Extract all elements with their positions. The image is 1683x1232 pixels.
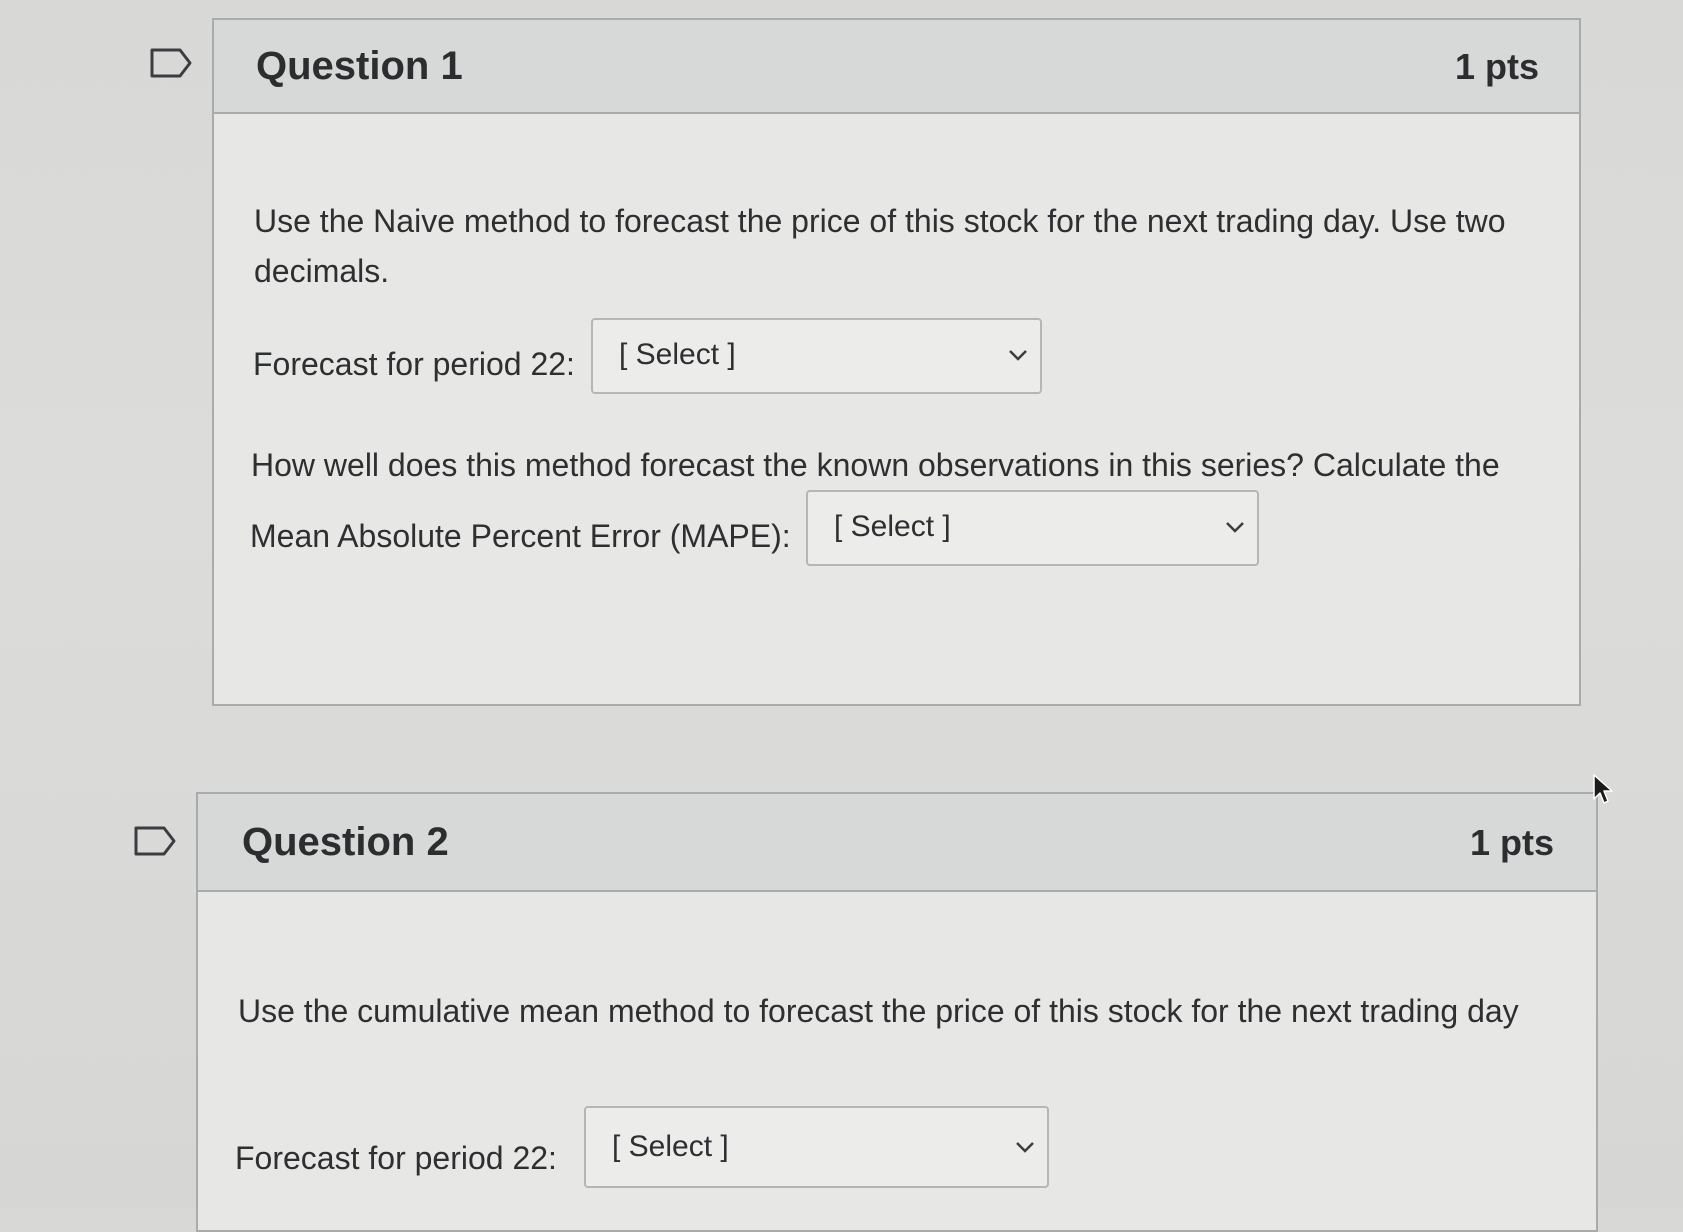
forecast-period-22-label: Forecast for period 22: (253, 346, 575, 382)
question-1-points: 1 pts (1454, 46, 1539, 87)
question-1-prompt: Use the Naive method to forecast the pri… (254, 203, 1506, 289)
chevron-down-icon (1015, 1140, 1035, 1158)
chevron-down-icon (1225, 520, 1245, 538)
question-1-prompt-2: How well does this method forecast the k… (251, 447, 1500, 483)
forecast-period-22-select[interactable]: [ Select ] (591, 318, 1042, 394)
question-1-title: Question 1 (256, 44, 463, 88)
question-1-header: Question 1 1 pts (214, 20, 1579, 114)
question-2-card: Question 2 1 pts Use the cumulative mean… (196, 792, 1598, 1232)
forecast-period-22-select[interactable]: [ Select ] (584, 1106, 1049, 1188)
select-value: [ Select ] (834, 510, 951, 543)
select-value: [ Select ] (619, 338, 736, 371)
question-2-title: Question 2 (242, 820, 449, 864)
question-1-card: Question 1 1 pts Use the Naive method to… (212, 18, 1581, 706)
mouse-pointer-icon (1592, 773, 1616, 812)
select-value: [ Select ] (612, 1130, 729, 1163)
flag-question-icon[interactable] (134, 826, 176, 856)
question-2-header: Question 2 1 pts (198, 794, 1596, 892)
mape-label: Mean Absolute Percent Error (MAPE): (250, 518, 791, 554)
question-2-points: 1 pts (1469, 822, 1554, 863)
question-2-prompt: Use the cumulative mean method to foreca… (238, 993, 1519, 1029)
chevron-down-icon (1008, 348, 1028, 366)
mape-select[interactable]: [ Select ] (806, 490, 1259, 566)
flag-question-icon[interactable] (150, 48, 192, 78)
forecast-period-22-label: Forecast for period 22: (235, 1140, 557, 1176)
